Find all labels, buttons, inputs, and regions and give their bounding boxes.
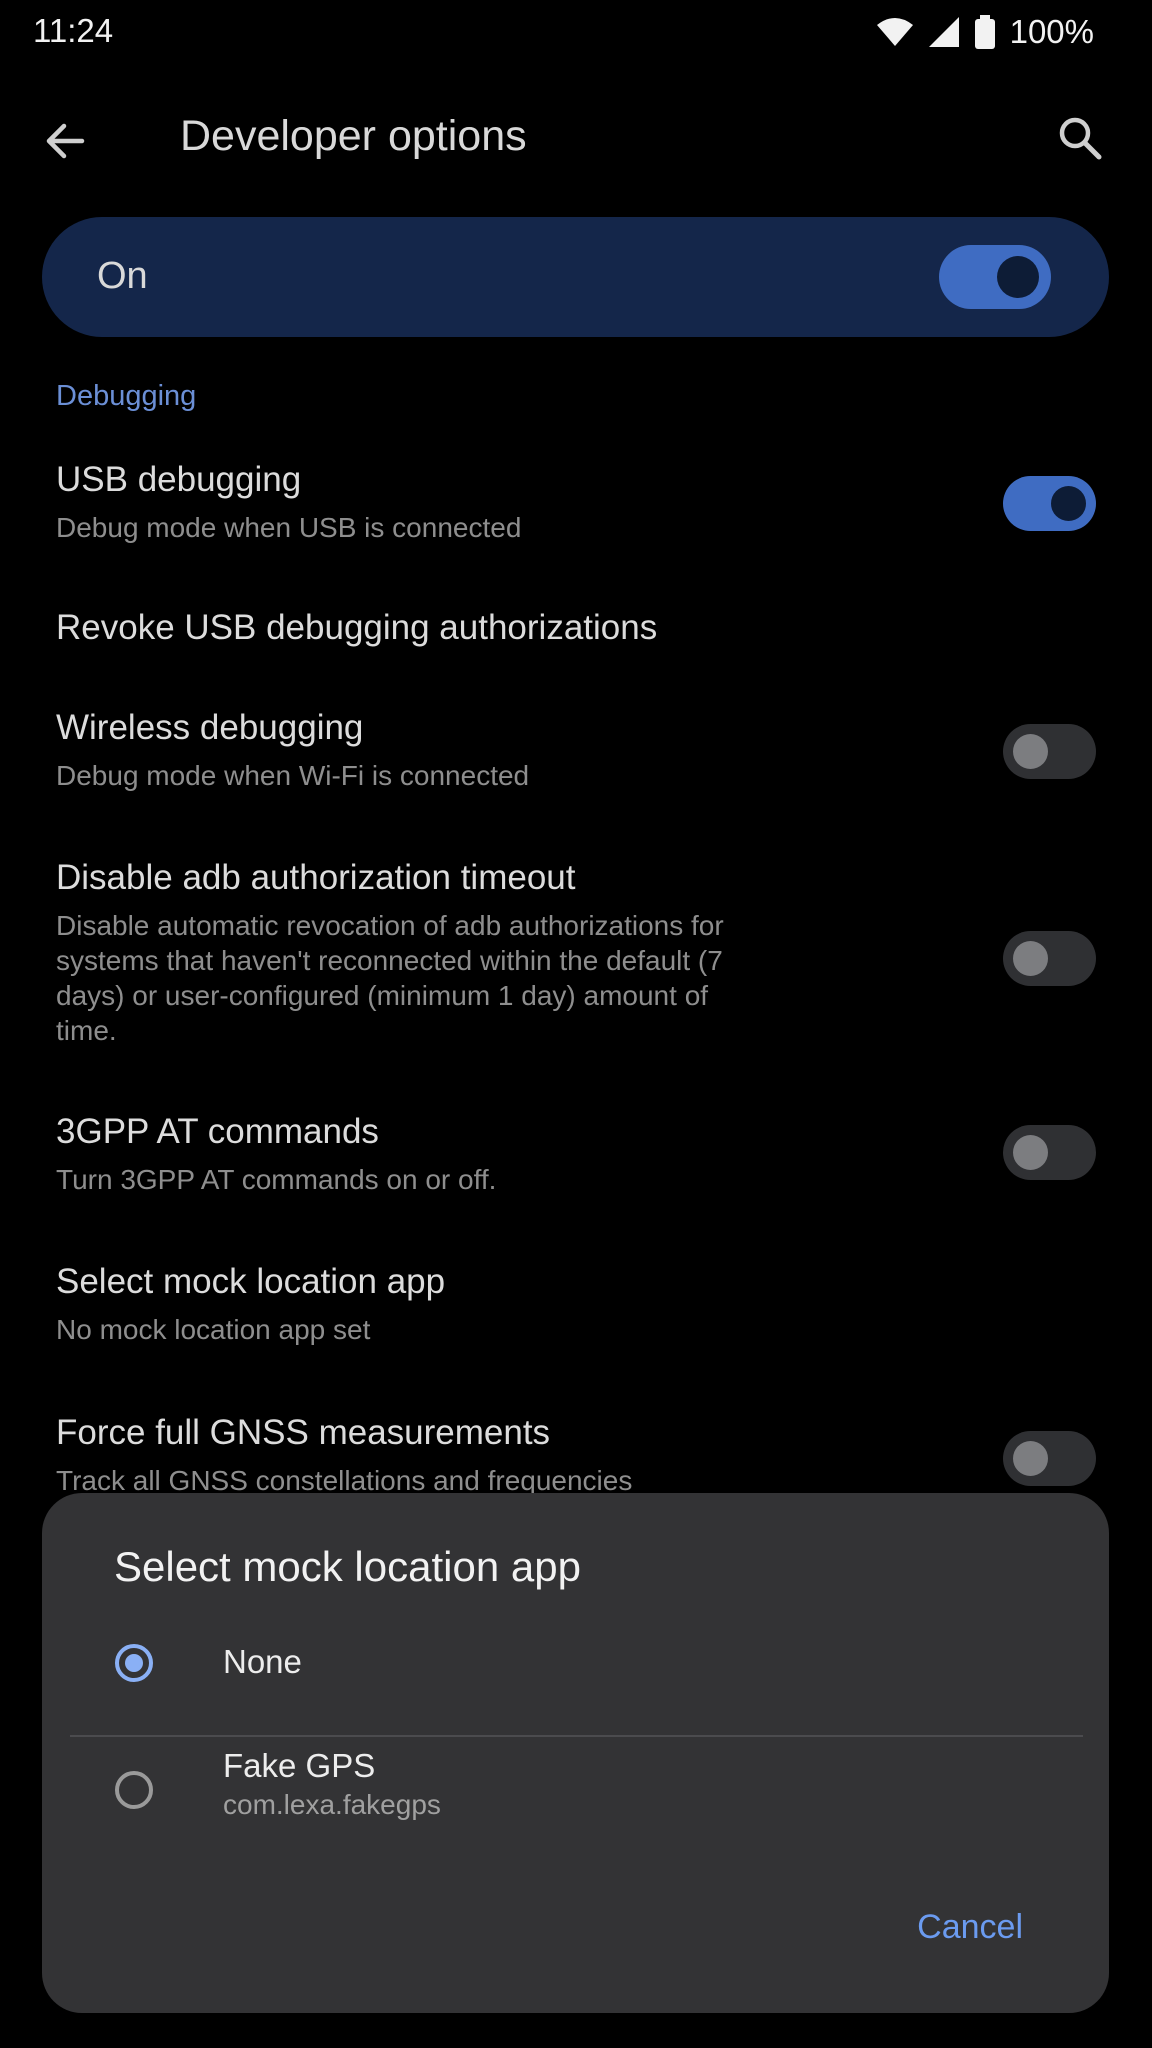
wireless-debugging-toggle[interactable]: [1003, 724, 1096, 779]
status-bar: 11:24 100%: [0, 0, 1152, 64]
radio-checked-icon[interactable]: [115, 1644, 153, 1682]
signal-icon: [928, 17, 959, 47]
setting-title: Revoke USB debugging authorizations: [56, 608, 658, 647]
setting-force-full-gnss[interactable]: Force full GNSS measurements Track all G…: [56, 1411, 1096, 1501]
setting-title: Wireless debugging: [56, 708, 364, 747]
setting-summary: Disable automatic revocation of adb auth…: [56, 910, 724, 1046]
battery-percentage: 100%: [1009, 13, 1094, 50]
toggle-knob: [997, 256, 1039, 298]
mock-location-dialog: Select mock location app None Fake GPS c…: [42, 1493, 1109, 2013]
toggle-knob: [1051, 486, 1086, 521]
3gpp-at-commands-toggle[interactable]: [1003, 1125, 1096, 1180]
master-toggle[interactable]: [939, 245, 1051, 309]
setting-usb-debugging[interactable]: USB debugging Debug mode when USB is con…: [56, 458, 1096, 548]
setting-wireless-debugging[interactable]: Wireless debugging Debug mode when Wi-Fi…: [56, 706, 1096, 796]
toggle-knob: [1013, 941, 1048, 976]
dialog-divider: [70, 1735, 1083, 1737]
setting-title: Force full GNSS measurements: [56, 1413, 551, 1452]
setting-summary: Debug mode when Wi-Fi is connected: [56, 760, 530, 791]
toggle-knob: [1013, 734, 1048, 769]
setting-select-mock-location-app[interactable]: Select mock location app No mock locatio…: [56, 1260, 1096, 1350]
toggle-knob: [1013, 1441, 1048, 1476]
option-label: None: [223, 1643, 302, 1680]
setting-title: 3GPP AT commands: [56, 1112, 379, 1151]
setting-title: Select mock location app: [56, 1262, 446, 1301]
setting-title: USB debugging: [56, 460, 302, 499]
setting-summary: Turn 3GPP AT commands on or off.: [56, 1164, 497, 1195]
toggle-knob: [1013, 1135, 1048, 1170]
section-header-debugging: Debugging: [56, 380, 197, 412]
setting-3gpp-at-commands[interactable]: 3GPP AT commands Turn 3GPP AT commands o…: [56, 1110, 1096, 1200]
app-bar: Developer options: [0, 100, 1152, 180]
option-package-name: com.lexa.fakegps: [223, 1789, 441, 1820]
cancel-button[interactable]: Cancel: [917, 1908, 1023, 1947]
dialog-title: Select mock location app: [114, 1543, 581, 1590]
setting-revoke-usb-authorizations[interactable]: Revoke USB debugging authorizations: [56, 606, 1096, 650]
arrow-left-icon[interactable]: [42, 118, 88, 164]
option-label: Fake GPS: [223, 1747, 376, 1784]
setting-disable-adb-timeout[interactable]: Disable adb authorization timeout Disabl…: [56, 856, 1096, 1056]
setting-summary: Debug mode when USB is connected: [56, 512, 522, 543]
master-switch-bar[interactable]: On: [42, 217, 1109, 337]
force-gnss-toggle[interactable]: [1003, 1431, 1096, 1486]
usb-debugging-toggle[interactable]: [1003, 476, 1096, 531]
setting-title: Disable adb authorization timeout: [56, 858, 576, 897]
option-fake-gps[interactable]: Fake GPS com.lexa.fakegps: [42, 1743, 1109, 1843]
status-icons: 100%: [876, 12, 1094, 52]
adb-timeout-toggle[interactable]: [1003, 931, 1096, 986]
option-none[interactable]: None: [42, 1623, 1109, 1703]
battery-icon: [974, 15, 995, 49]
setting-summary: No mock location app set: [56, 1314, 371, 1345]
status-time: 11:24: [33, 12, 114, 49]
master-switch-label: On: [97, 255, 148, 297]
search-icon[interactable]: [1054, 112, 1106, 164]
radio-unchecked-icon[interactable]: [115, 1771, 153, 1809]
page-title: Developer options: [180, 112, 527, 160]
wifi-icon: [876, 18, 913, 46]
